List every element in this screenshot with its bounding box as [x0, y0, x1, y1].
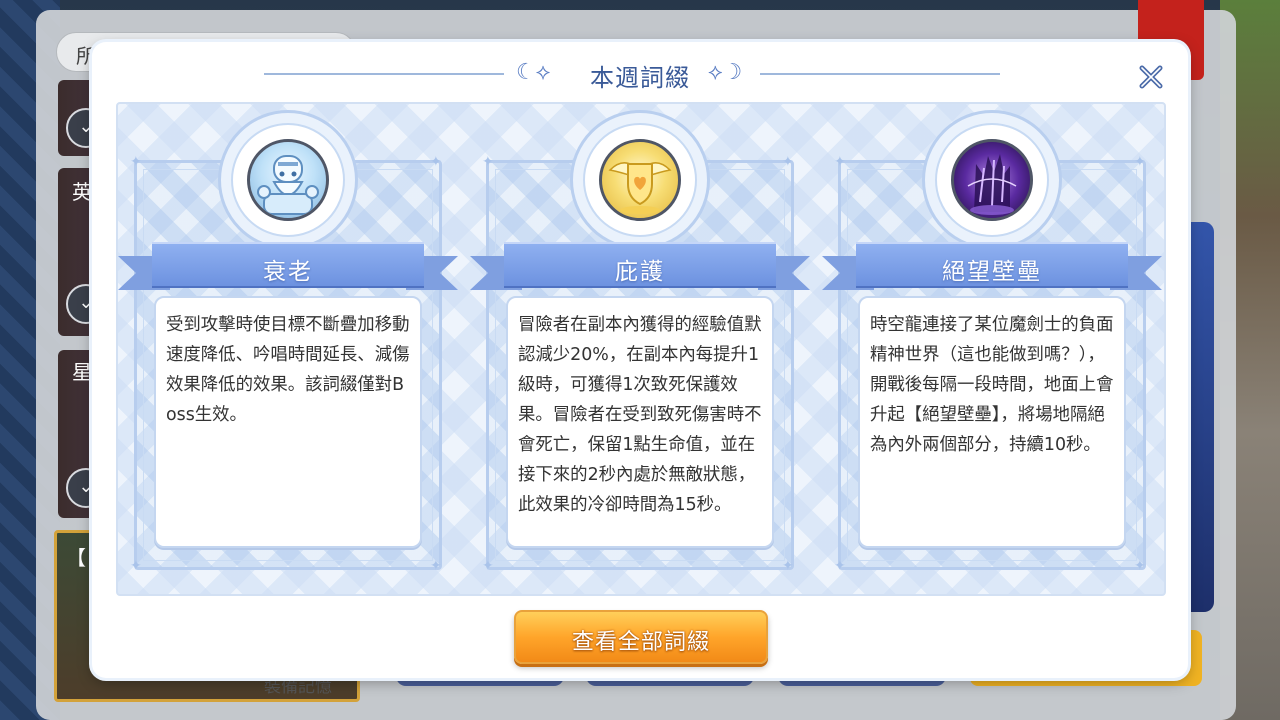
sparkle-icon: ✦	[430, 154, 442, 170]
close-icon	[1139, 65, 1163, 89]
moon-ornament-right-icon: ⟡☽	[708, 60, 743, 85]
affix-icon-frame	[218, 110, 358, 250]
sparkle-icon: ✦	[1134, 558, 1146, 574]
close-button[interactable]	[1136, 62, 1166, 92]
affix-description: 受到攻擊時使目標不斷疊加移動速度降低、吟唱時間延長、減傷效果降低的效果。該詞綴僅…	[166, 315, 410, 425]
affix-name: 衰老	[263, 259, 313, 285]
weekly-affix-dialog: ☾⟡ 本週詞綴 ⟡☽ ✦ ✦ ✦ ✦ 衰老 受到攻擊時使目標不斷疊加移動速度降低…	[92, 42, 1188, 678]
header-divider-right	[760, 73, 1000, 75]
affix-description-box: 受到攻擊時使目標不斷疊加移動速度降低、吟唱時間延長、減傷效果降低的效果。該詞綴僅…	[154, 296, 422, 548]
winged-shield-icon	[599, 139, 681, 221]
view-all-affixes-button[interactable]: 查看全部詞綴	[514, 610, 768, 664]
sparkle-icon: ✦	[482, 154, 494, 170]
dialog-header: ☾⟡ 本週詞綴 ⟡☽	[92, 42, 1188, 104]
sparkle-icon: ✦	[782, 154, 794, 170]
sparkle-icon: ✦	[130, 558, 142, 574]
affix-description-box: 冒險者在副本內獲得的經驗值默認減少20%，在副本內每提升1級時，可獲得1次致死保…	[506, 296, 774, 548]
sparkle-icon: ✦	[834, 558, 846, 574]
sparkle-icon: ✦	[1134, 154, 1146, 170]
affix-name-ribbon: 衰老	[118, 242, 458, 290]
sparkle-icon: ✦	[782, 558, 794, 574]
background-right-card	[1184, 222, 1214, 612]
affix-description-box: 時空龍連接了某位魔劍士的負面精神世界（這也能做到嗎？），開戰後每隔一段時間，地面…	[858, 296, 1126, 548]
sparkle-icon: ✦	[430, 558, 442, 574]
affix-name-ribbon: 庇護	[470, 242, 810, 290]
affix-description: 時空龍連接了某位魔劍士的負面精神世界（這也能做到嗎？），開戰後每隔一段時間，地面…	[870, 315, 1114, 455]
affix-card: ✦ ✦ ✦ ✦ 衰老 受到攻擊時使目標不斷疊加移動速度降低、吟唱時間延長、減傷效…	[118, 110, 442, 574]
affix-icon-frame	[922, 110, 1062, 250]
background-card-label: 英	[72, 180, 92, 204]
despair-barrier-icon	[951, 139, 1033, 221]
affix-card: ✦ ✦ ✦ ✦ 絕望壁壘 時空龍連接了某位魔劍士的負面精神世界（這也能做到嗎？）…	[822, 110, 1146, 574]
affix-name-ribbon: 絕望壁壘	[822, 242, 1162, 290]
background-card-label: 星	[72, 360, 92, 384]
sparkle-icon: ✦	[834, 154, 846, 170]
knight-elder-icon	[247, 139, 329, 221]
view-all-affixes-label: 查看全部詞綴	[571, 630, 710, 655]
affix-icon-frame	[570, 110, 710, 250]
affix-description: 冒險者在副本內獲得的經驗值默認減少20%，在副本內每提升1級時，可獲得1次致死保…	[518, 315, 762, 515]
dialog-title: 本週詞綴	[590, 64, 690, 92]
sparkle-icon: ✦	[130, 154, 142, 170]
affix-name: 庇護	[615, 259, 665, 285]
affix-card: ✦ ✦ ✦ ✦ 庇護 冒險者在副本內獲得的經驗值默認減少20%，在副本內每提升1…	[470, 110, 794, 574]
affix-name: 絕望壁壘	[942, 259, 1042, 285]
sparkle-icon: ✦	[482, 558, 494, 574]
